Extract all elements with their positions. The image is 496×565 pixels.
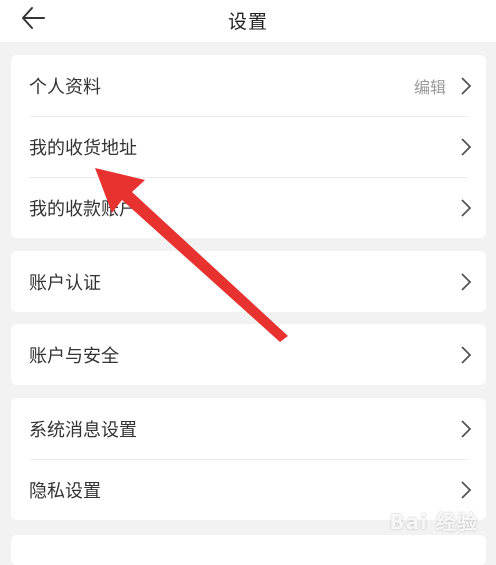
chevron-right-icon <box>461 419 472 438</box>
settings-item-account-verification[interactable]: 账户认证 <box>11 251 486 312</box>
settings-group-messages-privacy: 系统消息设置 隐私设置 <box>11 398 486 520</box>
top-bar: 设置 <box>0 0 496 42</box>
settings-item-label: 个人资料 <box>29 76 101 98</box>
settings-group-profile: 个人资料 编辑 我的收货地址 我的收款账户 <box>11 55 486 238</box>
settings-item-label: 账户认证 <box>29 272 101 294</box>
settings-item-label: 我的收款账户 <box>29 198 137 220</box>
watermark: Bai 经验 <box>389 510 478 534</box>
chevron-right-icon <box>461 272 472 291</box>
chevron-right-icon <box>461 345 472 364</box>
chevron-right-icon <box>461 137 472 156</box>
settings-item-payment-account[interactable]: 我的收款账户 <box>11 177 486 238</box>
settings-group-security: 账户与安全 <box>11 324 486 385</box>
settings-item-label: 账户与安全 <box>29 345 119 367</box>
settings-item-label: 隐私设置 <box>29 480 101 502</box>
settings-group-verification: 账户认证 <box>11 251 486 312</box>
settings-item-label: 我的收货地址 <box>29 137 137 159</box>
settings-item-system-messages[interactable]: 系统消息设置 <box>11 398 486 459</box>
settings-group-partial <box>11 535 486 565</box>
settings-item-account-security[interactable]: 账户与安全 <box>11 324 486 385</box>
settings-item-profile[interactable]: 个人资料 编辑 <box>11 55 486 116</box>
settings-item-label: 系统消息设置 <box>29 419 137 441</box>
settings-item-shipping-address[interactable]: 我的收货地址 <box>11 116 486 177</box>
edit-hint: 编辑 <box>413 77 446 97</box>
page-title: 设置 <box>227 11 268 33</box>
chevron-right-icon <box>461 76 472 95</box>
chevron-right-icon <box>461 198 472 217</box>
chevron-right-icon <box>461 480 472 499</box>
